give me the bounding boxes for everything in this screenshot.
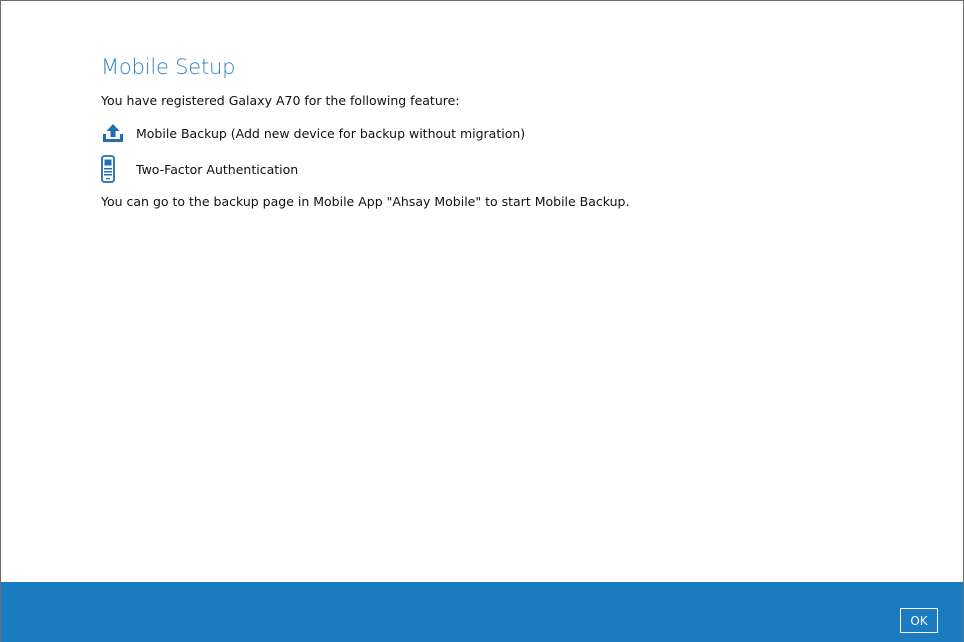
intro-text: You have registered Galaxy A70 for the f… <box>101 93 460 108</box>
feature-mobile-backup: Mobile Backup (Add new device for backup… <box>101 120 923 146</box>
bottom-bar: OK <box>1 582 963 642</box>
ok-button[interactable]: OK <box>900 608 938 633</box>
feature-two-factor: Two-Factor Authentication <box>101 154 923 184</box>
phone-authenticator-icon <box>101 155 125 183</box>
dialog-content: Mobile Setup You have registered Galaxy … <box>101 55 923 209</box>
page-title: Mobile Setup <box>101 55 236 79</box>
mobile-setup-dialog: Mobile Setup You have registered Galaxy … <box>0 0 964 642</box>
feature-two-factor-label: Two-Factor Authentication <box>136 161 299 177</box>
upload-icon <box>101 122 125 144</box>
instruction-text: You can go to the backup page in Mobile … <box>101 194 630 209</box>
feature-mobile-backup-label: Mobile Backup (Add new device for backup… <box>136 125 526 141</box>
